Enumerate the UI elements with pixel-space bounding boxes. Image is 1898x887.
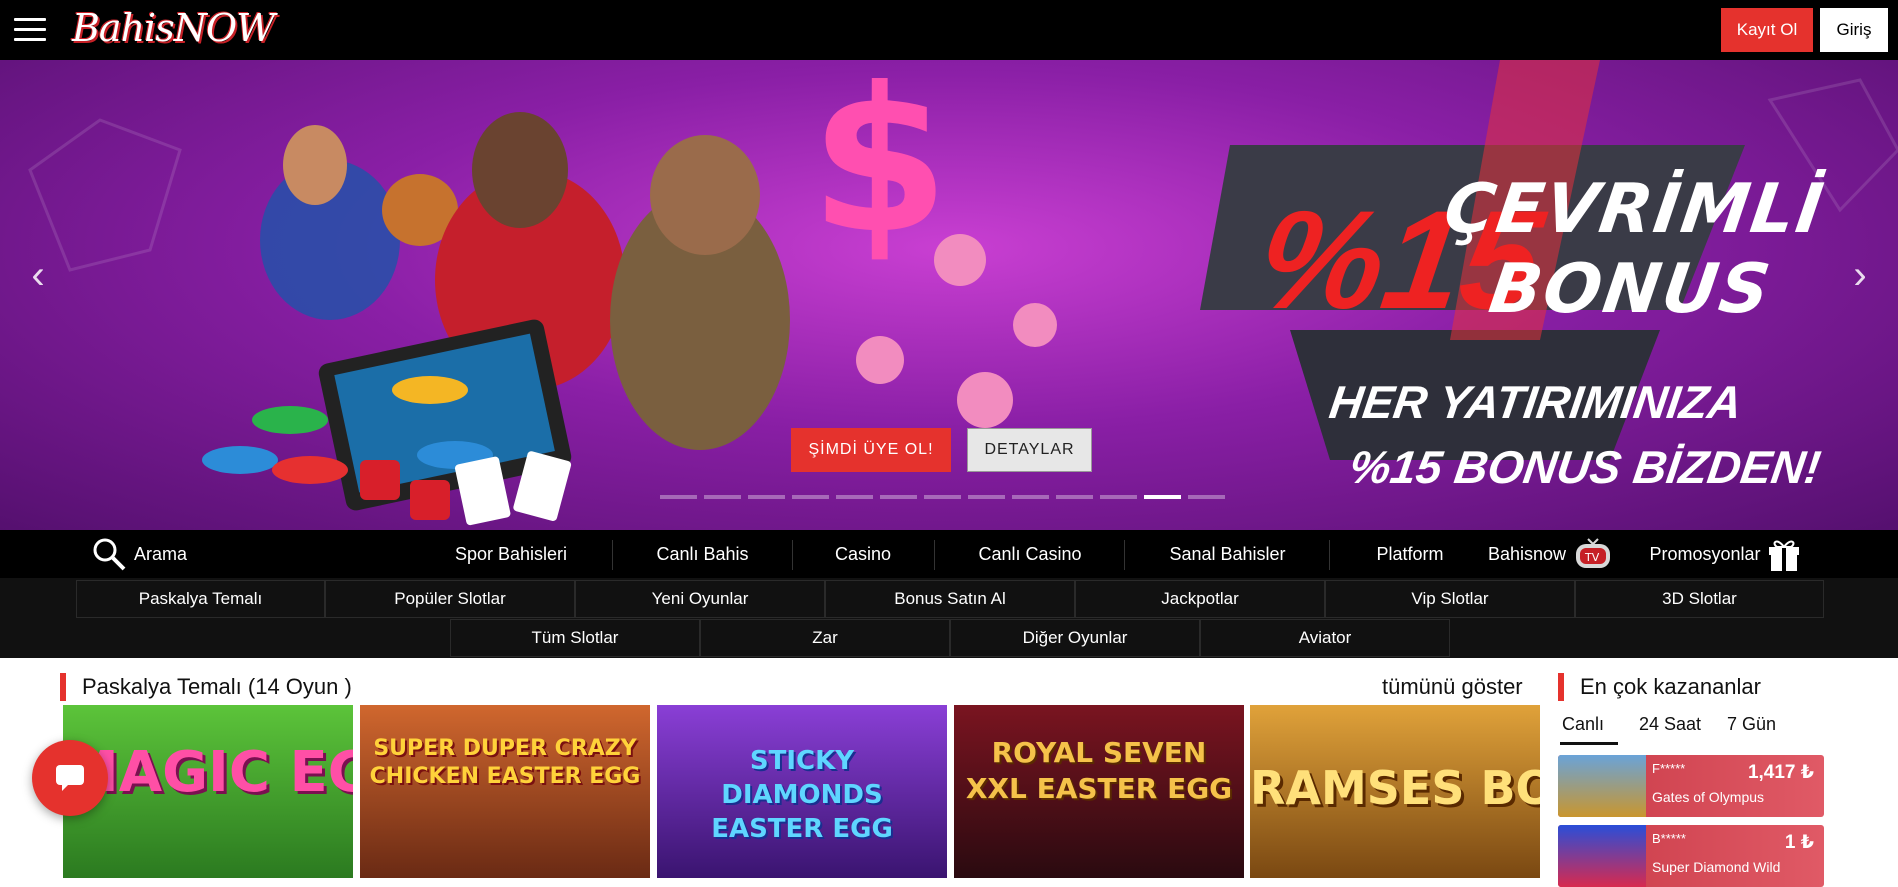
slider-next-icon[interactable]: ›	[1840, 250, 1880, 300]
sub-nav: Paskalya Temalı Popüler Slotlar Yeni Oyu…	[0, 578, 1898, 658]
winners-title: En çok kazananlar	[1580, 674, 1761, 699]
subnav-vip-slots[interactable]: Vip Slotlar	[1325, 580, 1575, 618]
active-tab-indicator	[1560, 742, 1618, 745]
game-title: RAMSES BOOK	[1250, 761, 1540, 815]
subnav-all-slots[interactable]: Tüm Slotlar	[450, 619, 700, 657]
section-accent-bar	[60, 673, 66, 701]
register-button[interactable]: Kayıt Ol	[1721, 8, 1813, 52]
slider-prev-icon[interactable]: ‹	[18, 250, 58, 300]
nav-promotions-label: Promosyonlar	[1649, 543, 1761, 564]
winner-item[interactable]: F***** 1,417 ₺ Gates of Olympus	[1558, 755, 1824, 817]
game-title: ROYAL SEVEN XXL EASTER EGG	[965, 736, 1233, 806]
gift-icon	[1768, 540, 1799, 571]
game-title: SUPER DUPER CRAZY CHICKEN EASTER EGG	[369, 736, 641, 789]
slider-dots	[660, 495, 1225, 499]
tv-icon: TV	[1576, 538, 1611, 568]
slider-dot[interactable]	[968, 495, 1005, 499]
nav-search[interactable]: Arama	[92, 530, 202, 578]
nav-live-casino[interactable]: Canlı Casino	[950, 530, 1110, 578]
promo-line1b: BONUS	[1484, 250, 1777, 329]
details-button[interactable]: DETAYLAR	[967, 428, 1092, 472]
top-bar: BahisNOW Kayıt Ol Giriş	[0, 0, 1898, 60]
winner-user: B*****	[1652, 831, 1686, 846]
login-button[interactable]: Giriş	[1820, 8, 1888, 52]
slider-dot[interactable]	[1056, 495, 1093, 499]
subnav-easter-themed[interactable]: Paskalya Temalı	[76, 580, 325, 618]
winner-game: Gates of Olympus	[1652, 789, 1765, 805]
game-thumbnail	[1558, 755, 1646, 817]
subnav-3d-slots[interactable]: 3D Slotlar	[1575, 580, 1824, 618]
subnav-jackpots[interactable]: Jackpotlar	[1075, 580, 1325, 618]
games-section-title: Paskalya Temalı (14 Oyun )	[82, 674, 352, 699]
subnav-other-games[interactable]: Diğer Oyunlar	[950, 619, 1200, 657]
slider-dot[interactable]	[880, 495, 917, 499]
slider-dot[interactable]	[1100, 495, 1137, 499]
nav-platform[interactable]: Platform	[1345, 530, 1475, 578]
chat-button[interactable]	[32, 740, 108, 816]
subnav-aviator[interactable]: Aviator	[1200, 619, 1450, 657]
subnav-popular-slots[interactable]: Popüler Slotlar	[325, 580, 575, 618]
nav-bahisnow-tv[interactable]: Bahisnow TV	[1480, 530, 1620, 578]
nav-casino[interactable]: Casino	[808, 530, 918, 578]
nav-virtual-betting[interactable]: Sanal Bahisler	[1140, 530, 1315, 578]
nav-bahisnow-label: Bahisnow	[1487, 543, 1567, 564]
subnav-new-games[interactable]: Yeni Oyunlar	[575, 580, 825, 618]
svg-text:TV: TV	[1584, 551, 1600, 564]
promo-line1: ÇEVRİMLİ	[1439, 170, 1830, 249]
game-card-sticky-diamonds[interactable]: STICKY DIAMONDS EASTER EGG	[657, 705, 947, 878]
menu-icon[interactable]	[14, 18, 46, 42]
game-card-super-duper-crazy-chicken[interactable]: SUPER DUPER CRAZY CHICKEN EASTER EGG	[360, 705, 650, 878]
hero-slider: $ ‹ › %15 ÇEVRİMLİ BONUS HER YATIRIMINIZ…	[0, 60, 1898, 530]
nav-sports-betting[interactable]: Spor Bahisleri	[430, 530, 592, 578]
tab-live[interactable]: Canlı	[1562, 714, 1604, 735]
game-card-ramses-book[interactable]: RAMSES BOOK	[1250, 705, 1540, 878]
promo-line2: HER YATIRIMINIZA	[1326, 376, 1746, 428]
slider-dot[interactable]	[748, 495, 785, 499]
show-all-link[interactable]: tümünü göster	[1382, 674, 1523, 700]
tab-24-hours[interactable]: 24 Saat	[1639, 714, 1701, 735]
signup-now-button[interactable]: ŞİMDİ ÜYE OL!	[791, 428, 951, 472]
slider-dot[interactable]	[1144, 495, 1181, 499]
slider-dot[interactable]	[836, 495, 873, 499]
slider-dot[interactable]	[660, 495, 697, 499]
slider-dot[interactable]	[704, 495, 741, 499]
game-card-royal-seven[interactable]: ROYAL SEVEN XXL EASTER EGG	[954, 705, 1244, 878]
slider-dot[interactable]	[1188, 495, 1225, 499]
nav-promotions[interactable]: Promosyonlar	[1640, 530, 1810, 578]
game-card-magic-eggs[interactable]: MAGIC EGGS	[63, 705, 353, 878]
main-nav: Arama Spor Bahisleri Canlı Bahis Casino …	[0, 530, 1898, 578]
tab-7-days[interactable]: 7 Gün	[1727, 714, 1776, 735]
search-icon	[93, 538, 126, 571]
slider-dot[interactable]	[792, 495, 829, 499]
promo-text-block: %15 ÇEVRİMLİ BONUS HER YATIRIMINIZA %15 …	[1200, 110, 1829, 500]
nav-search-label: Arama	[134, 543, 188, 564]
promo-line3: %15 BONUS BİZDEN!	[1346, 441, 1824, 493]
winner-amount: 1 ₺	[1784, 832, 1814, 853]
winner-game: Super Diamond Wild	[1652, 859, 1781, 875]
nav-live-betting[interactable]: Canlı Bahis	[630, 530, 775, 578]
subnav-dice[interactable]: Zar	[700, 619, 950, 657]
slider-dot[interactable]	[924, 495, 961, 499]
winner-amount: 1,417 ₺	[1747, 762, 1814, 783]
svg-text:$: $	[810, 60, 949, 278]
winners-accent-bar	[1558, 673, 1564, 701]
slider-dot[interactable]	[1012, 495, 1049, 499]
chat-bubble-icon	[56, 765, 84, 791]
logo-text: BahisNOW	[72, 6, 275, 50]
site-logo[interactable]: BahisNOW	[68, 0, 318, 60]
winner-user: F*****	[1652, 761, 1686, 776]
subnav-bonus-buy[interactable]: Bonus Satın Al	[825, 580, 1075, 618]
game-title: STICKY DIAMONDS EASTER EGG	[711, 746, 893, 844]
